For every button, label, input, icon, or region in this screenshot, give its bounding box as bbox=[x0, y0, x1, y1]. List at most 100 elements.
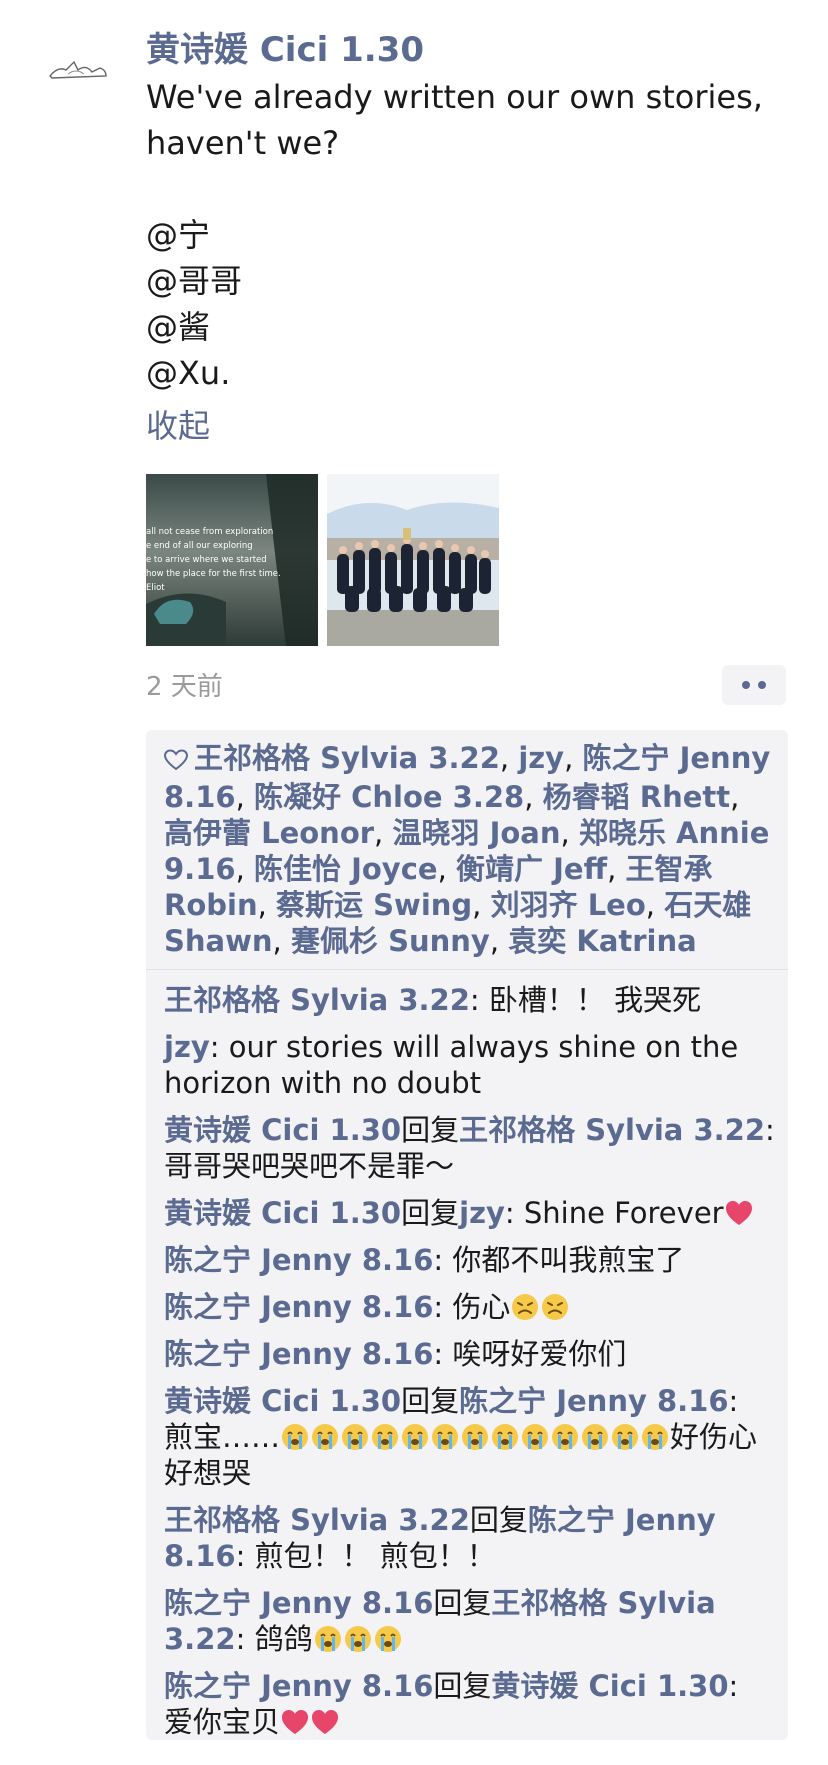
angry-face-icon bbox=[542, 1294, 569, 1320]
crying-face-icon bbox=[282, 1424, 309, 1450]
like-names: 王祁格格 Sylvia 3.22, jzy, 陈之宁 Jenny 8.16, 陈… bbox=[164, 741, 771, 958]
mention[interactable]: @Xu. bbox=[146, 350, 786, 396]
comment-item[interactable]: 陈之宁 Jenny 8.16回复黄诗媛 Cici 1.30: 爱你宝贝 bbox=[164, 1668, 776, 1740]
likes-list: 王祁格格 Sylvia 3.22, jzy, 陈之宁 Jenny 8.16, 陈… bbox=[146, 730, 788, 970]
mention[interactable]: @酱 bbox=[146, 304, 786, 350]
comment-item[interactable]: 王祁格格 Sylvia 3.22: 卧槽！！ 我哭死 bbox=[164, 982, 776, 1018]
post-text-line: We've already written our own stories, bbox=[146, 78, 763, 116]
comment-reply-target[interactable]: 王祁格格 Sylvia 3.22 bbox=[459, 1113, 765, 1147]
crying-face-icon bbox=[432, 1424, 459, 1450]
comment-author[interactable]: 王祁格格 Sylvia 3.22 bbox=[164, 1503, 470, 1537]
reply-word: 回复 bbox=[401, 1384, 460, 1418]
like-user-name[interactable]: jzy bbox=[518, 741, 564, 775]
comment-reply-target[interactable]: 陈之宁 Jenny 8.16 bbox=[459, 1384, 728, 1418]
reply-word: 回复 bbox=[433, 1669, 492, 1703]
crying-face-icon bbox=[582, 1424, 609, 1450]
comment-text: : 鸽鸽 bbox=[235, 1622, 313, 1656]
comment-item[interactable]: 黄诗媛 Cici 1.30回复jzy: Shine Forever bbox=[164, 1195, 776, 1231]
comment-text: : 伤心 bbox=[433, 1290, 511, 1324]
comment-item[interactable]: 黄诗媛 Cici 1.30回复陈之宁 Jenny 8.16: 煎宝…… 好伤心好想… bbox=[164, 1383, 776, 1491]
crying-face-icon bbox=[402, 1424, 429, 1450]
comment-text: : 唉呀好爱你们 bbox=[433, 1337, 627, 1371]
avatar[interactable] bbox=[48, 56, 110, 86]
like-user-name[interactable]: 陈佳怡 Joyce bbox=[254, 852, 438, 886]
comment-author[interactable]: jzy bbox=[164, 1030, 210, 1064]
crying-face-icon bbox=[314, 1626, 341, 1652]
quote-line: e to arrive where we started bbox=[146, 555, 267, 565]
photo-group-image[interactable] bbox=[327, 474, 499, 646]
like-user-name[interactable]: 温晓羽 Joan bbox=[392, 816, 560, 850]
like-user-name[interactable]: 陈凝好 Chloe 3.28 bbox=[254, 780, 524, 814]
crying-face-icon bbox=[342, 1424, 369, 1450]
quote-line: how the place for the first time. bbox=[146, 569, 281, 579]
quote-line: all not cease from exploration bbox=[146, 527, 273, 537]
like-user-name[interactable]: 蔡斯运 Swing bbox=[276, 888, 472, 922]
like-user-name[interactable]: 蹇佩杉 Sunny bbox=[291, 924, 490, 958]
heart-outline-icon bbox=[163, 743, 189, 779]
comment-author[interactable]: 王祁格格 Sylvia 3.22 bbox=[164, 983, 470, 1017]
collapse-link[interactable]: 收起 bbox=[146, 404, 786, 448]
reply-word: 回复 bbox=[401, 1113, 460, 1147]
post-text-line: haven't we? bbox=[146, 124, 340, 162]
like-user-name[interactable]: 刘羽齐 Leo bbox=[491, 888, 646, 922]
crying-face-icon bbox=[374, 1626, 401, 1652]
comment-item[interactable]: 陈之宁 Jenny 8.16回复王祁格格 Sylvia 3.22: 鸽鸽 bbox=[164, 1585, 776, 1657]
mention[interactable]: @宁 bbox=[146, 212, 786, 258]
crying-face-icon bbox=[462, 1424, 489, 1450]
quote-line: e end of all our exploring bbox=[146, 541, 253, 551]
comment-author[interactable]: 黄诗媛 Cici 1.30 bbox=[164, 1196, 401, 1230]
crying-face-icon bbox=[612, 1424, 639, 1450]
comment-author[interactable]: 黄诗媛 Cici 1.30 bbox=[164, 1113, 401, 1147]
quote-line: Eliot bbox=[146, 583, 165, 593]
comment-text: : Shine Forever bbox=[504, 1196, 724, 1230]
comment-item[interactable]: 陈之宁 Jenny 8.16: 伤心 bbox=[164, 1289, 776, 1325]
comment-item[interactable]: 黄诗媛 Cici 1.30回复王祁格格 Sylvia 3.22: 哥哥哭吧哭吧不… bbox=[164, 1112, 776, 1184]
like-user-name[interactable]: 杨睿韬 Rhett bbox=[543, 780, 730, 814]
like-user-name[interactable]: 高伊蕾 Leonor bbox=[164, 816, 374, 850]
comment-author[interactable]: 陈之宁 Jenny 8.16 bbox=[164, 1337, 433, 1371]
crying-face-icon bbox=[642, 1424, 669, 1450]
comment-author[interactable]: 陈之宁 Jenny 8.16 bbox=[164, 1243, 433, 1277]
comment-author[interactable]: 陈之宁 Jenny 8.16 bbox=[164, 1669, 433, 1703]
comment-reply-target[interactable]: 黄诗媛 Cici 1.30 bbox=[491, 1669, 728, 1703]
comment-text: : 卧槽！！ 我哭死 bbox=[469, 983, 702, 1017]
comment-item[interactable]: jzy: our stories will always shine on th… bbox=[164, 1029, 776, 1101]
comment-text: : our stories will always shine on the h… bbox=[164, 1030, 739, 1100]
post-author-name[interactable]: 黄诗媛 Cici 1.30 bbox=[146, 28, 786, 72]
crying-face-icon bbox=[312, 1424, 339, 1450]
mention[interactable]: @哥哥 bbox=[146, 258, 786, 304]
comment-author[interactable]: 黄诗媛 Cici 1.30 bbox=[164, 1384, 401, 1418]
crying-face-icon bbox=[522, 1424, 549, 1450]
photo-quote-image[interactable]: all not cease from exploration e end of … bbox=[146, 474, 318, 646]
crying-face-icon bbox=[372, 1424, 399, 1450]
avatar-sketch-icon bbox=[49, 60, 107, 79]
reply-word: 回复 bbox=[433, 1586, 492, 1620]
comment-author[interactable]: 陈之宁 Jenny 8.16 bbox=[164, 1586, 433, 1620]
more-actions-button[interactable] bbox=[722, 665, 786, 705]
comment-author[interactable]: 陈之宁 Jenny 8.16 bbox=[164, 1290, 433, 1324]
crying-face-icon bbox=[552, 1424, 579, 1450]
comment-item[interactable]: 陈之宁 Jenny 8.16: 唉呀好爱你们 bbox=[164, 1336, 776, 1372]
comments-list: 王祁格格 Sylvia 3.22: 卧槽！！ 我哭死 jzy: our stori… bbox=[146, 970, 788, 1740]
angry-face-icon bbox=[512, 1294, 539, 1320]
like-user-name[interactable]: 袁奕 Katrina bbox=[508, 924, 696, 958]
comment-reply-target[interactable]: jzy bbox=[459, 1196, 505, 1230]
dot-icon bbox=[742, 681, 750, 689]
post-time: 2 天前 bbox=[146, 672, 223, 702]
dot-icon bbox=[758, 681, 766, 689]
reply-word: 回复 bbox=[469, 1503, 528, 1537]
heart-icon bbox=[312, 1710, 339, 1734]
crying-face-icon bbox=[492, 1424, 519, 1450]
comment-item[interactable]: 王祁格格 Sylvia 3.22回复陈之宁 Jenny 8.16: 煎包！！ 煎… bbox=[164, 1502, 776, 1574]
heart-icon bbox=[725, 1201, 752, 1225]
reply-word: 回复 bbox=[401, 1196, 460, 1230]
post-meta-row: 2 天前 bbox=[146, 665, 786, 709]
comment-text: : 你都不叫我煎宝了 bbox=[433, 1243, 685, 1277]
like-user-name[interactable]: 王祁格格 Sylvia 3.22 bbox=[194, 741, 500, 775]
comment-item[interactable]: 陈之宁 Jenny 8.16: 你都不叫我煎宝了 bbox=[164, 1242, 776, 1278]
heart-icon bbox=[282, 1710, 309, 1734]
crying-face-icon bbox=[344, 1626, 371, 1652]
post-body: 黄诗媛 Cici 1.30 We've already written our … bbox=[146, 28, 786, 448]
like-user-name[interactable]: 衡靖广 Jeff bbox=[456, 852, 607, 886]
post-text: We've already written our own stories, h… bbox=[146, 74, 786, 396]
